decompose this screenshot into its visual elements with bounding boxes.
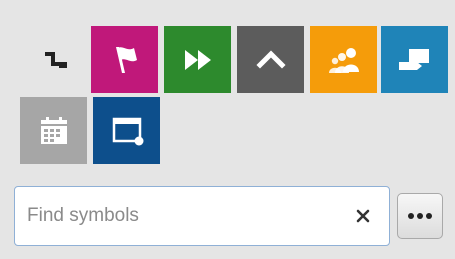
search-box <box>14 186 390 246</box>
fast-forward-icon <box>184 49 211 70</box>
signpost-icon <box>398 48 429 70</box>
ellipsis-icon <box>408 213 432 219</box>
symbol-tile-flag[interactable] <box>91 26 158 93</box>
caret-up-icon <box>255 49 286 69</box>
symbol-tile-people[interactable] <box>310 26 377 93</box>
more-options-button[interactable] <box>397 193 443 239</box>
clear-search-button[interactable] <box>351 204 375 228</box>
connector-icon <box>44 51 67 68</box>
search-input[interactable] <box>27 187 337 245</box>
symbol-tile-calendar[interactable] <box>20 97 87 164</box>
symbol-tile-window[interactable] <box>93 97 160 164</box>
symbol-tile-connector[interactable] <box>22 26 89 93</box>
symbol-tile-fast-forward[interactable] <box>164 26 231 93</box>
window-dot-icon <box>112 117 143 145</box>
calendar-icon <box>40 116 67 144</box>
symbol-picker-panel <box>0 0 455 259</box>
close-icon <box>356 209 370 223</box>
symbol-tile-caret-up[interactable] <box>237 26 304 93</box>
symbol-tile-signpost[interactable] <box>381 26 448 93</box>
people-icon <box>328 47 359 73</box>
flag-icon <box>115 46 137 73</box>
